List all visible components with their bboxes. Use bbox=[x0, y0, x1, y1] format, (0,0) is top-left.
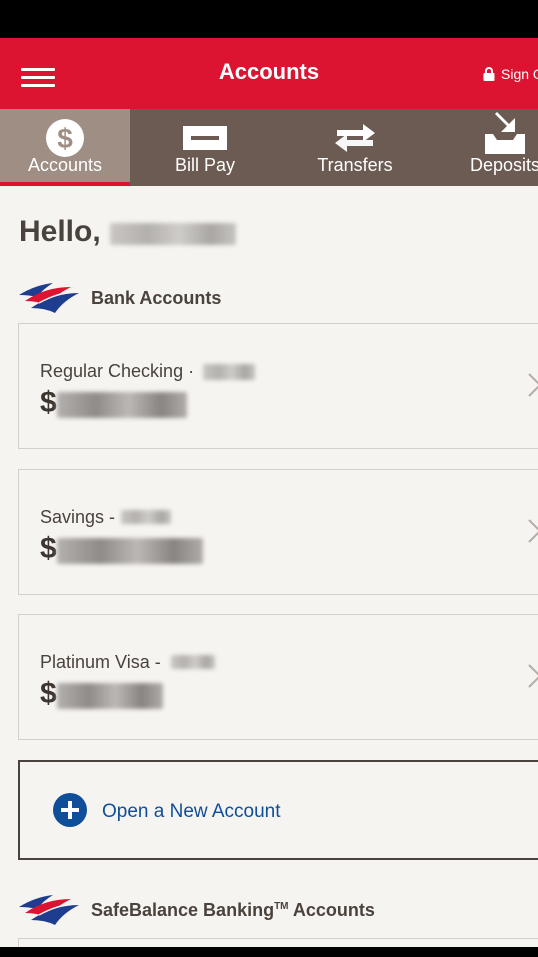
open-account-label: Open a New Account bbox=[102, 801, 281, 822]
bank-flag-logo bbox=[19, 895, 79, 925]
section-title: SafeBalance BankingTM Accounts bbox=[91, 899, 375, 920]
plus-circle-icon bbox=[53, 793, 87, 827]
deposit-icon bbox=[485, 112, 525, 154]
tab-label: Transfers bbox=[317, 155, 393, 175]
bank-flag-logo bbox=[19, 283, 79, 313]
account-currency: $ bbox=[40, 677, 57, 710]
tab-accounts[interactable]: $ Accounts bbox=[0, 109, 130, 186]
bank-accounts-header: Bank Accounts bbox=[17, 281, 221, 315]
account-name: Regular Checking · bbox=[40, 361, 195, 381]
account-currency: $ bbox=[40, 386, 57, 419]
bill-pay-icon bbox=[183, 126, 227, 150]
account-card-visa[interactable]: Platinum Visa - $ bbox=[18, 614, 538, 740]
status-bar bbox=[0, 0, 538, 38]
tab-bill-pay[interactable]: Bill Pay bbox=[130, 109, 280, 186]
chevron-right-icon bbox=[528, 373, 538, 397]
tab-label: Bill Pay bbox=[174, 155, 236, 175]
redacted-user-name bbox=[110, 223, 236, 245]
account-card-checking[interactable]: Regular Checking · $ bbox=[18, 323, 538, 449]
account-card-savings[interactable]: Savings - $ bbox=[18, 469, 538, 595]
chevron-right-icon bbox=[528, 664, 538, 688]
tab-label: Accounts bbox=[27, 155, 103, 175]
redacted-account-number bbox=[203, 364, 255, 380]
account-card-partial[interactable] bbox=[18, 938, 538, 947]
account-currency: $ bbox=[40, 532, 57, 565]
redacted-balance bbox=[57, 538, 203, 564]
sign-out-label: Sign O bbox=[501, 66, 538, 82]
dollar-icon: $ bbox=[46, 119, 84, 157]
tab-label: Deposits bbox=[469, 155, 538, 175]
page-title: Accounts bbox=[218, 59, 320, 84]
bottom-bar bbox=[0, 947, 538, 957]
tab-transfers[interactable]: Transfers bbox=[280, 109, 430, 186]
redacted-account-number bbox=[171, 655, 215, 669]
sign-out-button[interactable]: Sign O bbox=[482, 66, 538, 82]
greeting-label: Hello, bbox=[19, 215, 101, 248]
safebalance-header: SafeBalance BankingTM Accounts bbox=[17, 893, 375, 927]
app-header: Accounts Sign O bbox=[0, 38, 538, 109]
section-title: Bank Accounts bbox=[91, 287, 222, 308]
transfers-icon bbox=[335, 124, 375, 152]
tab-bar: $ Accounts Bill Pay Transfers Deposits bbox=[0, 109, 538, 186]
account-name: Platinum Visa - bbox=[40, 652, 161, 672]
tab-deposits[interactable]: Deposits bbox=[430, 109, 538, 186]
lock-icon bbox=[483, 67, 495, 81]
chevron-right-icon bbox=[528, 519, 538, 543]
redacted-balance bbox=[57, 683, 163, 709]
redacted-balance bbox=[57, 392, 187, 418]
app-screen: Accounts Sign O $ Accounts bbox=[0, 38, 538, 947]
svg-text:$: $ bbox=[57, 123, 73, 154]
account-name: Savings - bbox=[40, 507, 116, 527]
open-new-account-button[interactable]: Open a New Account bbox=[18, 760, 538, 860]
redacted-account-number bbox=[121, 510, 171, 524]
